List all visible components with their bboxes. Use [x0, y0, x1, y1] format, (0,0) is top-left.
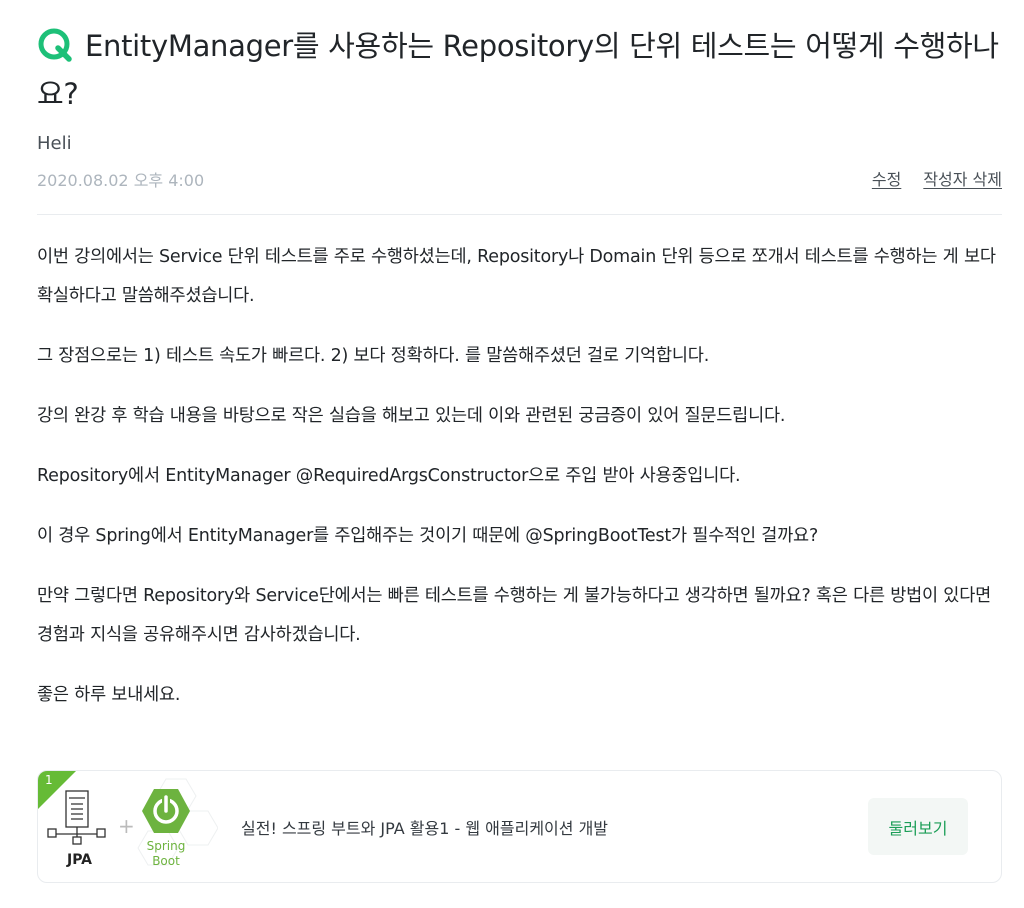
body-paragraph: 이 경우 Spring에서 EntityManager를 주입해주는 것이기 때…: [37, 526, 819, 546]
browse-button[interactable]: 둘러보기: [868, 798, 968, 855]
body-paragraph: 그 장점으로는 1) 테스트 속도가 빠르다. 2) 보다 정확하다. 를 말씀…: [37, 346, 710, 366]
svg-text:Spring: Spring: [147, 839, 186, 853]
body-paragraph: Repository에서 EntityManager @RequiredArgs…: [37, 466, 741, 486]
body-paragraph: 좋은 하루 보내세요.: [37, 685, 181, 705]
divider: [37, 214, 1002, 215]
body-paragraph: 강의 완강 후 학습 내용을 바탕으로 작은 실습을 해보고 있는데 이와 관련…: [37, 406, 786, 426]
edit-link[interactable]: 수정: [872, 166, 901, 190]
svg-text:Boot: Boot: [152, 854, 180, 868]
question-header: EntityManager를 사용하는 Repository의 단위 테스트는 …: [37, 22, 1007, 118]
course-title[interactable]: 실전! 스프링 부트와 JPA 활용1 - 웹 애플리케이션 개발: [241, 815, 608, 839]
body-paragraph: 만약 그렇다면 Repository와 Service단에서는 빠른 테스트를 …: [37, 586, 991, 645]
course-thumbnail: 1 JPA + Spring Boot: [38, 771, 219, 882]
author-name[interactable]: Heli: [37, 133, 72, 154]
svg-text:+: +: [118, 814, 135, 838]
question-q-icon: [38, 28, 72, 62]
delete-link[interactable]: 작성자 삭제: [923, 166, 1002, 190]
body-paragraph: 이번 강의에서는 Service 단위 테스트를 주로 수행하셨는데, Repo…: [37, 247, 996, 306]
post-actions: 수정 작성자 삭제: [872, 166, 1002, 190]
svg-text:JPA: JPA: [66, 852, 92, 868]
question-body: 이번 강의에서는 Service 단위 테스트를 주로 수행하셨는데, Repo…: [37, 238, 997, 736]
question-title: EntityManager를 사용하는 Repository의 단위 테스트는 …: [37, 29, 999, 111]
post-date: 2020.08.02 오후 4:00: [37, 171, 205, 190]
course-badge-number: 1: [45, 773, 53, 787]
related-course-card[interactable]: 1 JPA + Spring Boot 실전! 스프링 부트와 JPA 활용1 …: [37, 770, 1002, 883]
course-badge: [38, 771, 76, 809]
question-page: EntityManager를 사용하는 Repository의 단위 테스트는 …: [0, 0, 1024, 908]
